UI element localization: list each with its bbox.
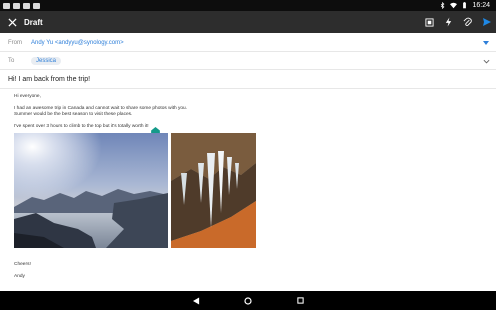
wifi-icon xyxy=(450,2,458,9)
back-icon xyxy=(192,297,199,304)
attach-button[interactable] xyxy=(458,11,477,33)
mountain-lake-photo[interactable] xyxy=(14,133,168,248)
close-button[interactable] xyxy=(0,11,24,33)
from-row[interactable]: From Andy Yu <andyyu@synology.com> xyxy=(0,35,496,52)
bluetooth-icon xyxy=(441,2,445,9)
recents-button[interactable] xyxy=(291,291,309,310)
recents-icon xyxy=(296,297,304,304)
body-line-3: I've spent over 3 hours to climb to the … xyxy=(14,124,149,129)
download-notification-icon xyxy=(33,2,40,9)
attach-icon xyxy=(463,17,472,27)
message-signoff: Cheers! Andy xyxy=(14,262,31,280)
home-icon xyxy=(244,296,252,305)
app-notification-icon xyxy=(3,2,10,9)
from-value[interactable]: Andy Yu <andyyu@synology.com> xyxy=(31,40,124,46)
subject-field[interactable]: Hi! I am back from the trip! xyxy=(0,70,496,89)
notification-icons xyxy=(0,2,40,9)
from-label: From xyxy=(8,40,22,46)
dropdown-arrow-icon xyxy=(483,41,489,45)
icicles-photo[interactable] xyxy=(171,133,256,248)
image-notification-icon xyxy=(13,2,20,9)
back-button[interactable] xyxy=(187,291,205,310)
compose-toolbar: Draft xyxy=(0,11,496,33)
inline-images xyxy=(14,133,257,248)
status-bar: 16:24 xyxy=(0,0,496,11)
toolbar-title: Draft xyxy=(24,17,43,27)
to-row[interactable]: To Jessica xyxy=(0,53,496,70)
close-icon xyxy=(7,17,17,27)
home-button[interactable] xyxy=(239,291,257,310)
flash-button[interactable] xyxy=(439,11,458,33)
toolbar-actions xyxy=(420,11,496,33)
system-icons: 16:24 xyxy=(439,2,496,9)
subject-text: Hi! I am back from the trip! xyxy=(8,75,91,83)
flash-icon xyxy=(445,17,452,27)
status-clock: 16:24 xyxy=(472,2,490,9)
send-button[interactable] xyxy=(477,11,496,33)
insert-image-icon xyxy=(425,17,434,27)
to-label: To xyxy=(8,58,15,64)
insert-image-button[interactable] xyxy=(420,11,439,33)
chevron-down-icon xyxy=(483,59,489,63)
photo-notification-icon xyxy=(23,2,30,9)
battery-icon xyxy=(463,2,467,9)
expand-recipients-button[interactable] xyxy=(476,59,496,64)
recipient-chip[interactable]: Jessica xyxy=(31,57,62,65)
signature-text: Andy xyxy=(14,274,25,279)
send-icon xyxy=(482,18,491,26)
message-body[interactable]: Hi everyone, I had an awesome trip in Ca… xyxy=(14,94,484,130)
signoff-text: Cheers! xyxy=(14,262,31,267)
from-dropdown[interactable] xyxy=(476,41,496,45)
navigation-bar xyxy=(0,291,496,310)
